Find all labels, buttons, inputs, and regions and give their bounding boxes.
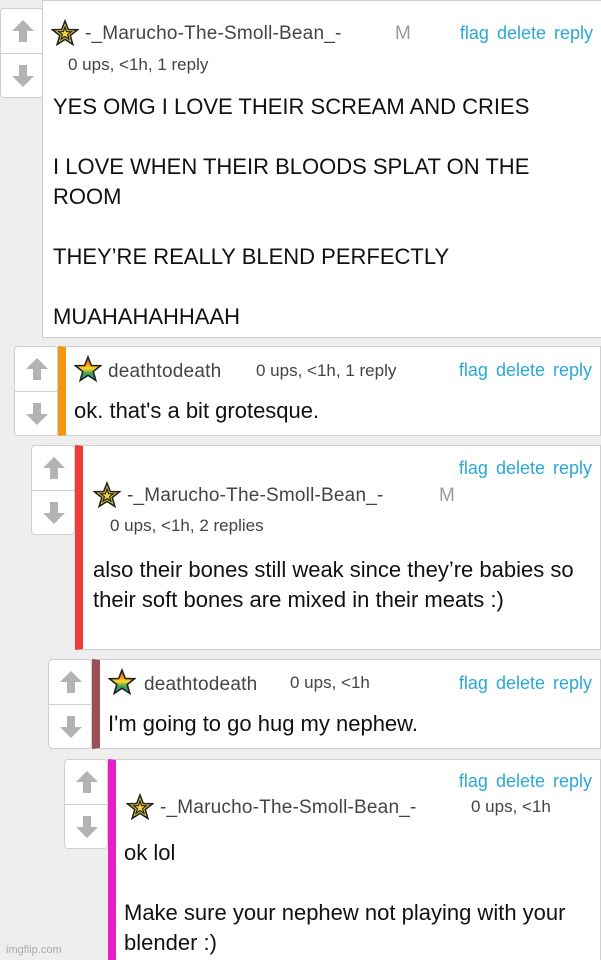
star-icon[interactable]	[126, 793, 154, 821]
arrow-down-icon	[73, 813, 101, 841]
delete-link[interactable]: delete	[496, 458, 545, 478]
reply-link[interactable]: reply	[553, 771, 592, 791]
upvote-button[interactable]	[15, 347, 57, 391]
upvote-button[interactable]	[49, 660, 91, 704]
comment-text: ok. that's a bit grotesque.	[74, 398, 320, 423]
vote-box	[0, 8, 44, 98]
comment-text: ok lol Make sure your nephew not playing…	[124, 840, 566, 955]
comment-text: also their bones still weak since they’r…	[93, 557, 580, 612]
arrow-up-icon	[40, 454, 68, 482]
comment-actions: flag delete reply	[451, 771, 592, 792]
comment-4: deathtodeath 0 ups, <1h flag delete reply …	[48, 659, 601, 749]
arrow-up-icon	[23, 355, 51, 383]
comment-actions: flag delete reply	[452, 23, 593, 44]
arrow-down-icon	[57, 713, 85, 741]
flag-link[interactable]: flag	[459, 771, 488, 791]
username[interactable]: -_Marucho-The-Smoll-Bean_-	[127, 485, 384, 507]
watermark: imgflip.com	[6, 944, 62, 956]
comment-actions: flag delete reply	[451, 360, 592, 381]
comment-body: -_Marucho-The-Smoll-Bean_- M flag delete r…	[42, 0, 601, 338]
vote-box	[64, 759, 108, 849]
upvote-button[interactable]	[32, 446, 74, 490]
vote-box	[31, 445, 75, 535]
comment-meta: 0 ups, <1h, 1 reply	[256, 361, 397, 380]
username[interactable]: deathtodeath	[144, 674, 257, 696]
comment-actions: flag delete reply	[451, 673, 592, 694]
upvote-button[interactable]	[1, 9, 43, 53]
rainbow-star-icon[interactable]	[74, 355, 102, 383]
reply-link[interactable]: reply	[553, 360, 592, 380]
arrow-up-icon	[73, 768, 101, 796]
downvote-button[interactable]	[49, 704, 91, 748]
flag-link[interactable]: flag	[459, 360, 488, 380]
flag-link[interactable]: flag	[459, 458, 488, 478]
delete-link[interactable]: delete	[496, 673, 545, 693]
reply-link[interactable]: reply	[553, 673, 592, 693]
mod-badge: M	[439, 485, 455, 506]
arrow-down-icon	[23, 400, 51, 428]
arrow-up-icon	[57, 668, 85, 696]
delete-link[interactable]: delete	[496, 360, 545, 380]
vote-box	[14, 346, 58, 436]
flag-link[interactable]: flag	[459, 673, 488, 693]
arrow-down-icon	[9, 62, 37, 90]
comment-meta: 0 ups, <1h	[471, 797, 551, 816]
delete-link[interactable]: delete	[497, 23, 546, 43]
comment-meta: 0 ups, <1h, 2 replies	[110, 516, 264, 535]
comment-text: YES OMG I LOVE THEIR SCREAM AND CRIES I …	[53, 94, 530, 329]
comment-body: flag delete reply -_Marucho-The-Smoll-Bean…	[108, 759, 601, 960]
comment-3: flag delete reply -_Marucho-The-Smoll-Bean…	[31, 445, 601, 650]
username[interactable]: -_Marucho-The-Smoll-Bean_-	[85, 23, 342, 45]
delete-link[interactable]: delete	[496, 771, 545, 791]
arrow-up-icon	[9, 17, 37, 45]
username[interactable]: deathtodeath	[108, 361, 221, 383]
vote-box	[48, 659, 92, 749]
flag-link[interactable]: flag	[460, 23, 489, 43]
downvote-button[interactable]	[65, 804, 107, 848]
star-icon[interactable]	[93, 481, 121, 509]
downvote-button[interactable]	[32, 490, 74, 534]
upvote-button[interactable]	[65, 760, 107, 804]
username[interactable]: -_Marucho-The-Smoll-Bean_-	[160, 797, 417, 819]
downvote-button[interactable]	[15, 391, 57, 435]
comment-meta: 0 ups, <1h, 1 reply	[68, 55, 209, 74]
comment-5: flag delete reply -_Marucho-The-Smoll-Bean…	[64, 759, 601, 960]
comment-1: -_Marucho-The-Smoll-Bean_- M flag delete r…	[0, 0, 601, 338]
comment-text: I'm going to go hug my nephew.	[108, 711, 418, 736]
comment-body: deathtodeath 0 ups, <1h flag delete reply …	[92, 659, 601, 749]
comment-body: deathtodeath 0 ups, <1h, 1 reply flag del…	[58, 346, 601, 436]
rainbow-star-icon[interactable]	[108, 668, 136, 696]
reply-link[interactable]: reply	[554, 23, 593, 43]
reply-link[interactable]: reply	[553, 458, 592, 478]
downvote-button[interactable]	[1, 53, 43, 97]
mod-badge: M	[395, 23, 411, 44]
comment-2: deathtodeath 0 ups, <1h, 1 reply flag del…	[14, 346, 601, 436]
star-icon[interactable]	[51, 19, 79, 47]
comment-meta: 0 ups, <1h	[290, 673, 370, 692]
arrow-down-icon	[40, 499, 68, 527]
comment-body: flag delete reply -_Marucho-The-Smoll-Bean…	[75, 445, 601, 650]
comment-actions: flag delete reply	[451, 458, 592, 479]
